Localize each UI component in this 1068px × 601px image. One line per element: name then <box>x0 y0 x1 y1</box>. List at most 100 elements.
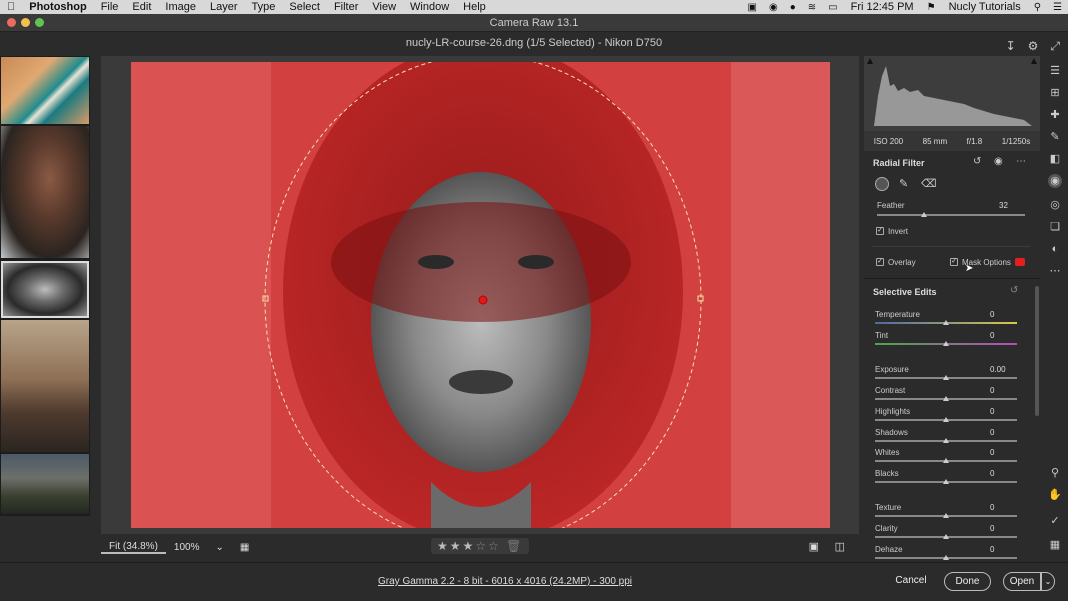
slider-value-texture[interactable]: 0 <box>990 503 1020 512</box>
overlay-checkbox[interactable]: ✓ <box>876 258 884 266</box>
feather-slider-thumb[interactable] <box>921 212 928 217</box>
grid-icon[interactable]: ▦ <box>1048 538 1062 552</box>
slider-thumb-clarity[interactable] <box>943 534 949 539</box>
menu-edit[interactable]: Edit <box>125 0 158 14</box>
slider-thumb-dehaze[interactable] <box>943 555 949 560</box>
star-rating-empty[interactable]: ☆☆ <box>475 539 501 553</box>
slider-thumb-whites[interactable] <box>943 458 949 463</box>
thumbnail-portrait-selected[interactable] <box>1 261 89 318</box>
slider-value-dehaze[interactable]: 0 <box>990 545 1020 554</box>
more-tools-icon[interactable]: ⋯ <box>1048 264 1062 278</box>
lens-icon[interactable]: ◉ <box>763 2 784 13</box>
before-after-icon[interactable]: ▣ <box>809 540 819 553</box>
thumbnail-woman-curtain[interactable] <box>1 126 89 258</box>
slider-value-temperature[interactable]: 0 <box>990 310 1020 319</box>
adjustment-brush-icon[interactable]: ✎ <box>1048 130 1062 144</box>
brush-icon[interactable]: ✎ <box>899 177 908 190</box>
slider-thumb-blacks[interactable] <box>943 479 949 484</box>
more-icon[interactable]: ⋯ <box>1016 156 1026 167</box>
eye-icon[interactable]: ◉ <box>994 156 1003 167</box>
panel-scrollbar[interactable] <box>1035 286 1039 416</box>
gear-icon[interactable]: ⚙ <box>1028 35 1039 57</box>
close-window-button[interactable] <box>7 18 16 27</box>
slider-value-contrast[interactable]: 0 <box>990 386 1020 395</box>
menu-window[interactable]: Window <box>403 0 456 14</box>
preview-canvas[interactable] <box>101 56 859 534</box>
menu-image[interactable]: Image <box>158 0 203 14</box>
done-button[interactable]: Done <box>944 572 991 591</box>
thumbnail-landscape[interactable] <box>1 454 89 514</box>
filmstrip-toggle-icon[interactable]: ▦ <box>232 542 257 553</box>
menu-help[interactable]: Help <box>456 0 493 14</box>
slider-thumb-exposure[interactable] <box>943 375 949 380</box>
mask-color-swatch[interactable] <box>1015 258 1025 266</box>
red-eye-icon[interactable]: ◎ <box>1048 198 1062 212</box>
creative-cloud-icon[interactable]: ● <box>784 2 802 13</box>
feather-value[interactable]: 32 <box>999 201 1029 210</box>
slider-thumb-highlights[interactable] <box>943 417 949 422</box>
slider-value-whites[interactable]: 0 <box>990 448 1020 457</box>
zoom-100-button[interactable]: 100% <box>166 542 208 553</box>
clock[interactable]: Fri 12:45 PM <box>844 0 921 14</box>
spotlight-search-icon[interactable]: ⚲ <box>1028 2 1047 13</box>
thumbnail-building[interactable] <box>1 320 89 452</box>
menu-file[interactable]: File <box>94 0 126 14</box>
hand-tool-icon[interactable]: ✋ <box>1048 488 1062 502</box>
slider-value-tint[interactable]: 0 <box>990 331 1020 340</box>
open-options-dropdown-icon[interactable]: ⌄ <box>1041 572 1055 591</box>
star-rating-filled[interactable]: ★★★ <box>437 539 475 553</box>
feather-slider-track[interactable] <box>877 214 1025 216</box>
selective-edits-reset-icon[interactable]: ↺ <box>1010 285 1018 296</box>
workflow-options-link[interactable]: Gray Gamma 2.2 - 8 bit - 6016 x 4016 (24… <box>378 576 632 587</box>
zoom-window-button[interactable] <box>35 18 44 27</box>
camera-icon[interactable]: ▣ <box>742 2 763 13</box>
healing-icon[interactable]: ✚ <box>1048 108 1062 122</box>
graduated-filter-icon[interactable]: ◧ <box>1048 152 1062 166</box>
edit-sliders-icon[interactable]: ☰ <box>1048 64 1062 78</box>
sampler-icon[interactable]: ✓ <box>1048 514 1062 528</box>
star-rating[interactable]: ★★★☆☆ 🗑 <box>431 538 530 554</box>
crop-icon[interactable]: ⊞ <box>1048 86 1062 100</box>
flag-icon[interactable]: ⚑ <box>921 2 942 13</box>
slider-thumb-texture[interactable] <box>943 513 949 518</box>
control-center-icon[interactable]: ☰ <box>1047 2 1068 13</box>
zoom-dropdown-icon[interactable]: ⌄ <box>207 542 231 553</box>
cancel-button[interactable]: Cancel <box>886 572 936 591</box>
radial-filter-icon[interactable]: ◉ <box>1048 174 1062 188</box>
save-icon[interactable]: ↧ <box>1006 35 1016 57</box>
menu-filter[interactable]: Filter <box>327 0 365 14</box>
wifi-icon[interactable]: ≋ <box>802 2 822 13</box>
slider-thumb-shadows[interactable] <box>943 438 949 443</box>
radial-tool-icon[interactable] <box>875 177 889 191</box>
slider-value-exposure[interactable]: 0.00 <box>990 365 1020 374</box>
menu-select[interactable]: Select <box>282 0 327 14</box>
menu-view[interactable]: View <box>365 0 403 14</box>
app-menu[interactable]: Photoshop <box>22 0 93 14</box>
thumbnail-beach[interactable] <box>1 57 89 124</box>
zoom-tool-icon[interactable]: ⚲ <box>1048 466 1062 480</box>
apple-icon[interactable]:  <box>0 0 22 14</box>
menu-type[interactable]: Type <box>245 0 283 14</box>
photo-preview[interactable] <box>131 62 830 528</box>
compare-view-icon[interactable]: ◫ <box>835 540 845 553</box>
minimize-window-button[interactable] <box>21 18 30 27</box>
mask-options-checkbox[interactable]: ✓ <box>950 258 958 266</box>
fit-zoom-button[interactable]: Fit (34.8%) <box>101 541 166 554</box>
slider-value-clarity[interactable]: 0 <box>990 524 1020 533</box>
invert-checkbox[interactable]: ✓ <box>876 227 884 235</box>
user-name[interactable]: Nucly Tutorials <box>942 0 1028 14</box>
slider-value-shadows[interactable]: 0 <box>990 428 1020 437</box>
trash-icon[interactable]: 🗑 <box>506 539 523 553</box>
slider-thumb-contrast[interactable] <box>943 396 949 401</box>
fullscreen-icon[interactable]: ⤢ <box>1050 35 1060 57</box>
presets-icon[interactable]: ◐ <box>1048 242 1062 256</box>
open-button[interactable]: Open <box>1003 572 1041 591</box>
eraser-icon[interactable]: ⌫ <box>921 177 937 190</box>
slider-value-blacks[interactable]: 0 <box>990 469 1020 478</box>
slider-thumb-tint[interactable] <box>943 341 949 346</box>
airplay-icon[interactable]: ▭ <box>822 2 843 13</box>
slider-thumb-temperature[interactable] <box>943 320 949 325</box>
reset-icon[interactable]: ↺ <box>973 156 981 167</box>
slider-value-highlights[interactable]: 0 <box>990 407 1020 416</box>
menu-layer[interactable]: Layer <box>203 0 245 14</box>
